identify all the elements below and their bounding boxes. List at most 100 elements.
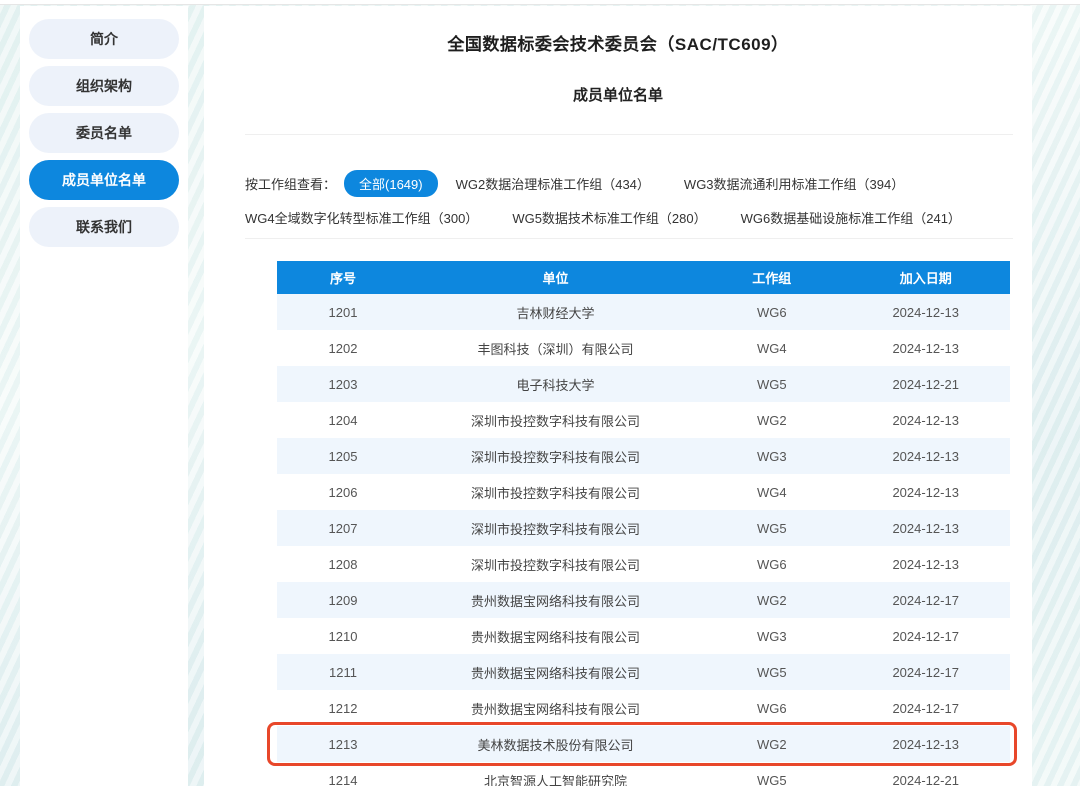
page: { "sidebar": { "items": [ { "label": "简介… xyxy=(0,0,1080,786)
table-row[interactable]: 1213美林数据技术股份有限公司WG22024-12-13 xyxy=(277,726,1010,762)
cell-unit: 深圳市投控数字科技有限公司 xyxy=(409,438,702,474)
cell-date: 2024-12-13 xyxy=(841,438,1010,474)
cell-unit: 贵州数据宝网络科技有限公司 xyxy=(409,690,702,726)
cell-date: 2024-12-13 xyxy=(841,546,1010,582)
cell-date: 2024-12-13 xyxy=(841,330,1010,366)
main-panel: 全国数据标委会技术委员会（SAC/TC609） 成员单位名单 按工作组查看： 全… xyxy=(204,6,1032,786)
cell-unit: 深圳市投控数字科技有限公司 xyxy=(409,474,702,510)
cell-date: 2024-12-13 xyxy=(841,402,1010,438)
cell-seq: 1203 xyxy=(277,366,409,402)
cell-seq: 1207 xyxy=(277,510,409,546)
column-header: 工作组 xyxy=(702,261,841,294)
filter-item[interactable]: WG5数据技术标准工作组（280） xyxy=(512,208,706,227)
cell-group: WG6 xyxy=(702,690,841,726)
divider-top xyxy=(245,134,1013,135)
table-header: 序号单位工作组加入日期 xyxy=(277,261,1010,294)
cell-unit: 深圳市投控数字科技有限公司 xyxy=(409,546,702,582)
cell-date: 2024-12-17 xyxy=(841,654,1010,690)
table-row[interactable]: 1202丰图科技（深圳）有限公司WG42024-12-13 xyxy=(277,330,1010,366)
sidebar-item[interactable]: 简介 xyxy=(29,19,179,59)
cell-group: WG2 xyxy=(702,402,841,438)
filter-item[interactable]: WG2数据治理标准工作组（434） xyxy=(456,174,650,193)
cell-group: WG2 xyxy=(702,726,841,762)
filter-line-2: WG4全域数字化转型标准工作组（300） WG5数据技术标准工作组（280） WG6… xyxy=(245,203,1020,231)
column-header: 序号 xyxy=(277,261,409,294)
filter-item[interactable]: WG6数据基础设施标准工作组（241） xyxy=(741,208,961,227)
cell-seq: 1208 xyxy=(277,546,409,582)
filter-line-1: 按工作组查看： 全部(1649) WG2数据治理标准工作组（434） WG3数据流通… xyxy=(245,169,1020,197)
cell-group: WG6 xyxy=(702,546,841,582)
sidebar-item[interactable]: 组织架构 xyxy=(29,66,179,106)
cell-seq: 1210 xyxy=(277,618,409,654)
cell-unit: 美林数据技术股份有限公司 xyxy=(409,726,702,762)
member-table: 序号单位工作组加入日期 1201吉林财经大学WG62024-12-131202丰… xyxy=(277,261,1010,786)
table-header-row: 序号单位工作组加入日期 xyxy=(277,261,1010,294)
table-row[interactable]: 1204深圳市投控数字科技有限公司WG22024-12-13 xyxy=(277,402,1010,438)
cell-seq: 1209 xyxy=(277,582,409,618)
cell-date: 2024-12-13 xyxy=(841,294,1010,330)
table-row[interactable]: 1214北京智源人工智能研究院WG52024-12-21 xyxy=(277,762,1010,786)
cell-seq: 1212 xyxy=(277,690,409,726)
cell-group: WG5 xyxy=(702,510,841,546)
cell-date: 2024-12-13 xyxy=(841,726,1010,762)
table-row[interactable]: 1212贵州数据宝网络科技有限公司WG62024-12-17 xyxy=(277,690,1010,726)
table-row[interactable]: 1201吉林财经大学WG62024-12-13 xyxy=(277,294,1010,330)
cell-unit: 贵州数据宝网络科技有限公司 xyxy=(409,582,702,618)
cell-unit: 丰图科技（深圳）有限公司 xyxy=(409,330,702,366)
table-row[interactable]: 1203电子科技大学WG52024-12-21 xyxy=(277,366,1010,402)
cell-date: 2024-12-21 xyxy=(841,762,1010,786)
cell-seq: 1202 xyxy=(277,330,409,366)
workgroup-filters: 按工作组查看： 全部(1649) WG2数据治理标准工作组（434） WG3数据流通… xyxy=(245,169,1020,237)
cell-seq: 1214 xyxy=(277,762,409,786)
table-row[interactable]: 1207深圳市投控数字科技有限公司WG52024-12-13 xyxy=(277,510,1010,546)
cell-seq: 1211 xyxy=(277,654,409,690)
cell-unit: 深圳市投控数字科技有限公司 xyxy=(409,402,702,438)
cell-date: 2024-12-21 xyxy=(841,366,1010,402)
cell-unit: 深圳市投控数字科技有限公司 xyxy=(409,510,702,546)
sidebar-item[interactable]: 联系我们 xyxy=(29,207,179,247)
filter-line-1-items: 全部(1649) WG2数据治理标准工作组（434） WG3数据流通利用标准工作组（… xyxy=(344,170,938,197)
sidebar-item[interactable]: 成员单位名单 xyxy=(29,160,179,200)
cell-group: WG4 xyxy=(702,330,841,366)
sidebar-item[interactable]: 委员名单 xyxy=(29,113,179,153)
sidebar-nav: 简介组织架构委员名单成员单位名单联系我们 xyxy=(20,19,188,247)
table-row[interactable]: 1211贵州数据宝网络科技有限公司WG52024-12-17 xyxy=(277,654,1010,690)
cell-group: WG3 xyxy=(702,618,841,654)
cell-unit: 贵州数据宝网络科技有限公司 xyxy=(409,618,702,654)
filter-pill-all[interactable]: 全部(1649) xyxy=(344,170,438,197)
table-row[interactable]: 1210贵州数据宝网络科技有限公司WG32024-12-17 xyxy=(277,618,1010,654)
cell-group: WG4 xyxy=(702,474,841,510)
filter-label: 按工作组查看： xyxy=(245,174,336,193)
cell-unit: 贵州数据宝网络科技有限公司 xyxy=(409,654,702,690)
cell-group: WG5 xyxy=(702,762,841,786)
filter-item[interactable]: WG3数据流通利用标准工作组（394） xyxy=(684,174,904,193)
table-row[interactable]: 1205深圳市投控数字科技有限公司WG32024-12-13 xyxy=(277,438,1010,474)
cell-date: 2024-12-13 xyxy=(841,510,1010,546)
table-row[interactable]: 1206深圳市投控数字科技有限公司WG42024-12-13 xyxy=(277,474,1010,510)
cell-unit: 北京智源人工智能研究院 xyxy=(409,762,702,786)
divider-bottom xyxy=(245,238,1013,239)
cell-seq: 1213 xyxy=(277,726,409,762)
column-header: 加入日期 xyxy=(841,261,1010,294)
cell-group: WG5 xyxy=(702,654,841,690)
cell-unit: 电子科技大学 xyxy=(409,366,702,402)
table-row[interactable]: 1208深圳市投控数字科技有限公司WG62024-12-13 xyxy=(277,546,1010,582)
cell-date: 2024-12-17 xyxy=(841,582,1010,618)
top-divider xyxy=(0,0,1080,5)
sidebar: 简介组织架构委员名单成员单位名单联系我们 xyxy=(20,6,188,786)
cell-group: WG2 xyxy=(702,582,841,618)
page-subtitle: 成员单位名单 xyxy=(204,84,1032,105)
column-header: 单位 xyxy=(409,261,702,294)
cell-seq: 1205 xyxy=(277,438,409,474)
table-body: 1201吉林财经大学WG62024-12-131202丰图科技（深圳）有限公司W… xyxy=(277,294,1010,786)
page-title: 全国数据标委会技术委员会（SAC/TC609） xyxy=(204,6,1032,55)
cell-seq: 1206 xyxy=(277,474,409,510)
table-row[interactable]: 1209贵州数据宝网络科技有限公司WG22024-12-17 xyxy=(277,582,1010,618)
member-table-wrap: 序号单位工作组加入日期 1201吉林财经大学WG62024-12-131202丰… xyxy=(277,261,1010,786)
cell-date: 2024-12-17 xyxy=(841,690,1010,726)
cell-date: 2024-12-17 xyxy=(841,618,1010,654)
filter-item[interactable]: WG4全域数字化转型标准工作组（300） xyxy=(245,208,478,227)
cell-unit: 吉林财经大学 xyxy=(409,294,702,330)
cell-group: WG5 xyxy=(702,366,841,402)
cell-seq: 1201 xyxy=(277,294,409,330)
